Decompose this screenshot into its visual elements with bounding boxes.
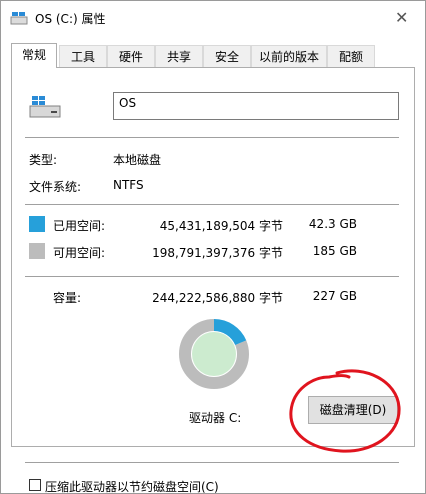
separator [25, 462, 399, 463]
free-space-swatch [29, 243, 45, 259]
type-label: 类型: [29, 153, 58, 167]
capacity-bytes: 244,222,586,880 字节 [152, 291, 283, 305]
separator [25, 137, 399, 138]
free-space-gb: 185 GB [312, 244, 357, 258]
used-space-swatch [29, 216, 45, 232]
used-space-bytes: 45,431,189,504 字节 [159, 219, 283, 233]
tab-tools[interactable]: 工具 [59, 45, 107, 67]
red-circle-annotation [289, 369, 401, 453]
tab-security[interactable]: 安全 [203, 45, 251, 67]
separator [25, 204, 399, 205]
drive-name-input[interactable]: OS [113, 92, 399, 120]
capacity-label: 容量: [53, 291, 82, 305]
used-space-label: 已用空间: [53, 219, 106, 233]
separator [25, 276, 399, 277]
free-space-bytes: 198,791,397,376 字节 [152, 246, 283, 260]
usage-donut-chart [179, 319, 249, 389]
capacity-gb: 227 GB [312, 289, 357, 303]
tab-sharing[interactable]: 共享 [155, 45, 203, 67]
tab-hardware[interactable]: 硬件 [107, 45, 155, 67]
tab-quota[interactable]: 配额 [327, 45, 375, 67]
drive-icon [10, 12, 28, 25]
title-bar[interactable]: OS (C:) 属性 ✕ [1, 1, 425, 35]
close-button[interactable]: ✕ [379, 1, 425, 35]
compress-checkbox[interactable] [29, 479, 41, 491]
drive-large-icon [29, 96, 61, 118]
type-value: 本地磁盘 [113, 153, 162, 167]
compress-checkbox-label: 压缩此驱动器以节约磁盘空间(C) [45, 480, 219, 494]
close-icon: ✕ [395, 8, 409, 27]
used-space-gb: 42.3 GB [308, 217, 357, 231]
properties-window: OS (C:) 属性 ✕ 常规 工具 硬件 共享 安全 以前的版本 配额 OS … [0, 0, 426, 494]
free-space-label: 可用空间: [53, 246, 106, 260]
window-title: OS (C:) 属性 [35, 12, 106, 26]
filesystem-label: 文件系统: [29, 180, 82, 194]
filesystem-value: NTFS [113, 178, 144, 192]
donut-center [192, 332, 236, 376]
tab-general[interactable]: 常规 [11, 43, 57, 68]
tab-previous-versions[interactable]: 以前的版本 [251, 45, 327, 67]
drive-letter-label: 驱动器 C: [189, 411, 242, 425]
